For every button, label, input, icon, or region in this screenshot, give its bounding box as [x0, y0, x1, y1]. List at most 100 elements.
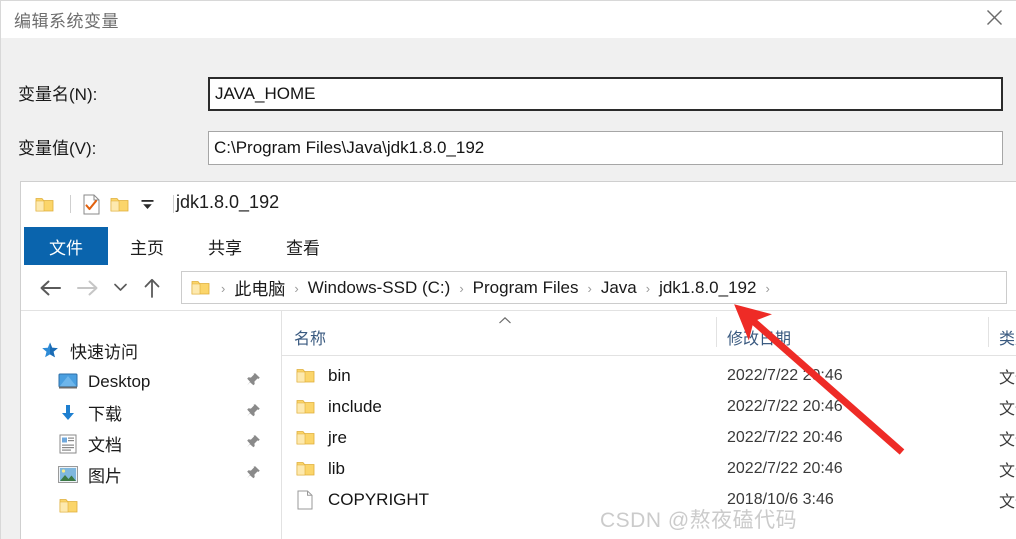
- nav-item-documents[interactable]: 文档: [21, 428, 281, 459]
- file-name-text: include: [328, 396, 382, 416]
- nav-item-label: 图片: [88, 467, 122, 486]
- up-button[interactable]: [133, 265, 171, 310]
- column-header-type[interactable]: 类型: [999, 325, 1016, 349]
- navigation-pane: 快速访问 Desktop 下载 文档 图片: [21, 311, 282, 539]
- nav-item-label: Desktop: [88, 371, 151, 391]
- recent-locations-button[interactable]: [107, 265, 133, 310]
- breadcrumb-folder-icon: [189, 279, 214, 296]
- variable-value-input[interactable]: C:\Program Files\Java\jdk1.8.0_192: [208, 131, 1003, 165]
- table-row[interactable]: lib 2022/7/22 20:46 文件夹: [282, 453, 1016, 484]
- tab-share[interactable]: 共享: [186, 227, 264, 265]
- file-date-cell: 2022/7/22 20:46: [727, 428, 843, 446]
- star-pin-icon: [39, 340, 61, 362]
- column-header-date-modified[interactable]: 修改日期: [727, 325, 791, 349]
- variable-name-input[interactable]: JAVA_HOME: [208, 77, 1003, 111]
- breadcrumb-separator: ›: [221, 281, 226, 296]
- table-row[interactable]: COPYRIGHT 2018/10/6 3:46 文件: [282, 484, 1016, 515]
- file-name-text: bin: [328, 365, 351, 385]
- folder-icon: [294, 458, 316, 480]
- breadcrumb-item-jdk[interactable]: jdk1.8.0_192: [657, 278, 758, 298]
- nav-item-quick-access[interactable]: 快速访问: [21, 335, 281, 366]
- file-name-cell[interactable]: jre: [294, 422, 347, 453]
- variable-name-row: 变量名(N): JAVA_HOME: [1, 77, 1016, 111]
- arrow-up-icon: [144, 278, 160, 298]
- back-button[interactable]: [31, 265, 69, 310]
- file-name-cell[interactable]: include: [294, 391, 382, 422]
- tab-home[interactable]: 主页: [108, 227, 186, 265]
- address-bar-row: › 此电脑 › Windows-SSD (C:) › Program Files…: [21, 265, 1016, 310]
- variable-value-label: 变量值(V):: [18, 139, 97, 158]
- pin-icon[interactable]: [246, 403, 261, 423]
- close-icon: [986, 10, 1002, 25]
- pin-icon[interactable]: [246, 434, 261, 454]
- explorer-window-title: jdk1.8.0_192: [176, 192, 280, 212]
- column-divider[interactable]: [716, 317, 717, 347]
- properties-icon[interactable]: [80, 193, 102, 215]
- downloads-icon: [57, 402, 79, 424]
- screen: 编辑系统变量 变量名(N): JAVA_HOME 变量值(V): C:\Prog…: [0, 0, 1016, 539]
- documents-icon: [57, 433, 79, 455]
- nav-item-pictures[interactable]: 图片: [21, 459, 281, 490]
- column-header-name[interactable]: 名称: [294, 325, 326, 349]
- breadcrumb-item-program-files[interactable]: Program Files: [471, 278, 581, 298]
- pin-icon[interactable]: [246, 372, 261, 392]
- nav-item-partial-next[interactable]: [21, 490, 281, 521]
- arrow-left-icon: [40, 280, 61, 295]
- variable-value-row: 变量值(V): C:\Program Files\Java\jdk1.8.0_1…: [1, 131, 1016, 165]
- folder-icon: [294, 427, 316, 449]
- file-type-cell: 文件夹: [999, 369, 1016, 387]
- file-type-cell: 文件夹: [999, 400, 1016, 418]
- tab-file[interactable]: 文件: [24, 227, 108, 265]
- file-name-text: lib: [328, 458, 346, 478]
- file-type-cell: 文件: [999, 493, 1016, 511]
- folder-icon: [294, 396, 316, 418]
- table-row[interactable]: jre 2022/7/22 20:46 文件夹: [282, 422, 1016, 453]
- breadcrumb-separator: ›: [587, 281, 592, 296]
- file-type-cell: 文件夹: [999, 462, 1016, 480]
- breadcrumb-separator: ›: [645, 281, 651, 296]
- chevron-down-icon: [113, 283, 127, 291]
- file-name-cell[interactable]: bin: [294, 360, 351, 391]
- file-list: 名称 修改日期 类型 bin: [282, 311, 1016, 539]
- breadcrumb[interactable]: › 此电脑 › Windows-SSD (C:) › Program Files…: [181, 271, 1007, 304]
- file-date-cell: 2022/7/22 20:46: [727, 366, 843, 384]
- column-divider[interactable]: [988, 317, 989, 347]
- nav-item-label: 快速访问: [70, 343, 138, 362]
- pictures-icon: [57, 464, 79, 486]
- file-name-text: jre: [328, 427, 347, 447]
- breadcrumb-item-drive[interactable]: Windows-SSD (C:): [306, 278, 453, 298]
- explorer-titlebar: jdk1.8.0_192: [21, 182, 1016, 227]
- quick-access-toolbar: [33, 191, 183, 217]
- file-icon: [294, 489, 316, 511]
- tab-view[interactable]: 查看: [264, 227, 342, 265]
- file-name-cell[interactable]: lib: [294, 453, 345, 484]
- desktop-icon: [57, 371, 79, 393]
- nav-item-downloads[interactable]: 下载: [21, 397, 281, 428]
- file-type-cell: 文件夹: [999, 431, 1016, 449]
- system-menu-folder-icon[interactable]: [33, 193, 55, 215]
- nav-item-desktop[interactable]: Desktop: [21, 366, 281, 397]
- breadcrumb-item-this-pc[interactable]: 此电脑: [232, 275, 287, 300]
- explorer-main: 快速访问 Desktop 下载 文档 图片 名称 修改日期 类 bin 2022…: [21, 310, 1016, 539]
- qat-separator-1: [70, 195, 71, 213]
- forward-button[interactable]: [69, 265, 107, 310]
- file-date-cell: 2022/7/22 20:46: [727, 459, 843, 477]
- file-explorer-window: jdk1.8.0_192 文件 主页 共享 查看 › 此电脑 › Windows…: [20, 181, 1016, 539]
- new-folder-icon[interactable]: [108, 193, 130, 215]
- customize-qat-chevron-icon[interactable]: [136, 193, 158, 215]
- breadcrumb-item-java[interactable]: Java: [599, 278, 639, 298]
- pin-icon[interactable]: [246, 465, 261, 485]
- variable-name-label: 变量名(N):: [18, 85, 98, 104]
- navigation-buttons: [31, 265, 171, 310]
- close-button[interactable]: [971, 1, 1016, 34]
- dialog-titlebar: 编辑系统变量: [1, 1, 1016, 38]
- table-row[interactable]: bin 2022/7/22 20:46 文件夹: [282, 360, 1016, 391]
- nav-item-label: 下载: [88, 405, 122, 424]
- breadcrumb-separator-trailing: ›: [765, 281, 770, 296]
- table-row[interactable]: include 2022/7/22 20:46 文件夹: [282, 391, 1016, 422]
- file-name-cell[interactable]: COPYRIGHT: [294, 484, 429, 515]
- ribbon-tab-strip: 文件 主页 共享 查看: [21, 227, 1016, 266]
- file-name-text: COPYRIGHT: [328, 489, 430, 509]
- breadcrumb-separator: ›: [294, 281, 299, 296]
- breadcrumb-separator: ›: [459, 281, 464, 296]
